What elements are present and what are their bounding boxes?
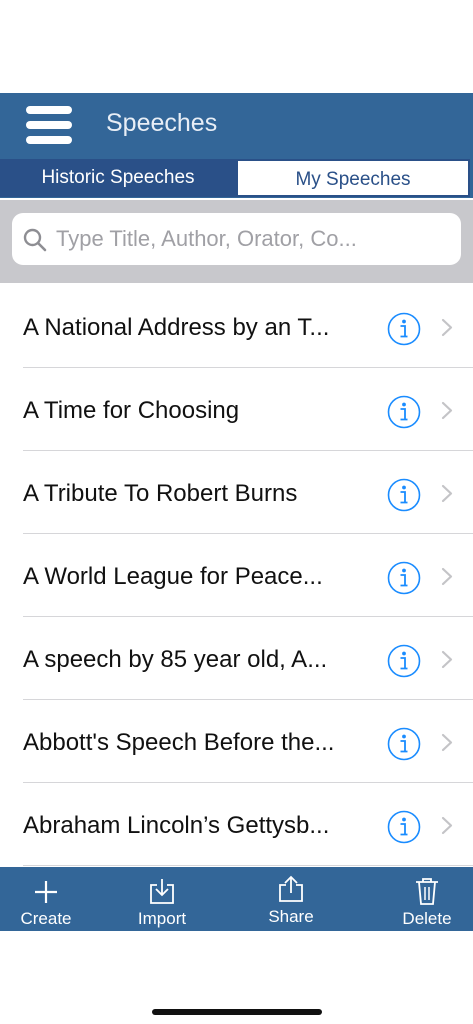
import-tray-icon	[150, 879, 174, 904]
list-item[interactable]: A World League for Peace...	[0, 534, 473, 617]
list-item[interactable]: A National Address by an T...	[0, 283, 473, 368]
info-icon[interactable]	[387, 810, 421, 844]
info-icon[interactable]	[387, 561, 421, 595]
share-label: Share	[268, 907, 314, 926]
row-divider	[23, 865, 473, 866]
list-item[interactable]: A speech by 85 year old, A...	[0, 617, 473, 700]
search-bar	[0, 200, 473, 283]
search-field[interactable]	[12, 213, 461, 265]
info-icon[interactable]	[387, 727, 421, 761]
speech-title: A National Address by an T...	[23, 314, 330, 341]
chevron-right-icon	[441, 733, 453, 752]
share-button[interactable]: Share	[251, 867, 331, 931]
speech-title: Abraham Lincoln’s Gettysb...	[23, 812, 330, 839]
tab-my-speeches[interactable]: My Speeches	[236, 159, 470, 197]
share-icon	[279, 875, 303, 902]
list-item[interactable]: A Time for Choosing	[0, 368, 473, 451]
chevron-right-icon	[441, 484, 453, 503]
navigation-bar: Speeches	[0, 93, 473, 157]
speech-title: A Time for Choosing	[23, 397, 240, 424]
search-input[interactable]	[56, 213, 451, 265]
list-item[interactable]: A Tribute To Robert Burns	[0, 451, 473, 534]
search-icon	[23, 228, 47, 252]
chevron-right-icon	[441, 816, 453, 835]
info-icon[interactable]	[387, 644, 421, 678]
speech-title: A speech by 85 year old, A...	[23, 646, 328, 673]
speech-list: A National Address by an T... A Time for …	[0, 283, 473, 867]
import-label: Import	[137, 909, 187, 928]
create-label: Create	[20, 909, 72, 928]
bottom-toolbar: Create Import Share Delete	[0, 867, 473, 931]
create-button[interactable]: Create	[6, 867, 86, 931]
chevron-right-icon	[441, 567, 453, 586]
speech-title: A Tribute To Robert Burns	[23, 480, 298, 507]
speech-title: Abbott's Speech Before the...	[23, 729, 335, 756]
chevron-right-icon	[441, 650, 453, 669]
trash-icon	[416, 878, 438, 905]
hamburger-menu-icon[interactable]	[26, 106, 72, 144]
list-item[interactable]: Abbott's Speech Before the...	[0, 700, 473, 783]
speeches-app: Speeches Historic Speeches My Speeches A…	[0, 93, 473, 931]
list-item[interactable]: Abraham Lincoln’s Gettysb...	[0, 783, 473, 866]
chevron-right-icon	[441, 318, 453, 337]
speech-title: A World League for Peace...	[23, 563, 323, 590]
info-icon[interactable]	[387, 312, 421, 346]
page-title: Speeches	[106, 109, 218, 137]
delete-label: Delete	[402, 909, 452, 928]
import-button[interactable]: Import	[122, 867, 202, 931]
segmented-control: Historic Speeches My Speeches	[0, 157, 473, 198]
info-icon[interactable]	[387, 478, 421, 512]
delete-button[interactable]: Delete	[387, 867, 467, 931]
home-indicator	[152, 1009, 322, 1015]
plus-icon	[35, 881, 57, 903]
info-icon[interactable]	[387, 395, 421, 429]
chevron-right-icon	[441, 401, 453, 420]
tab-historic-speeches[interactable]: Historic Speeches	[0, 159, 236, 197]
